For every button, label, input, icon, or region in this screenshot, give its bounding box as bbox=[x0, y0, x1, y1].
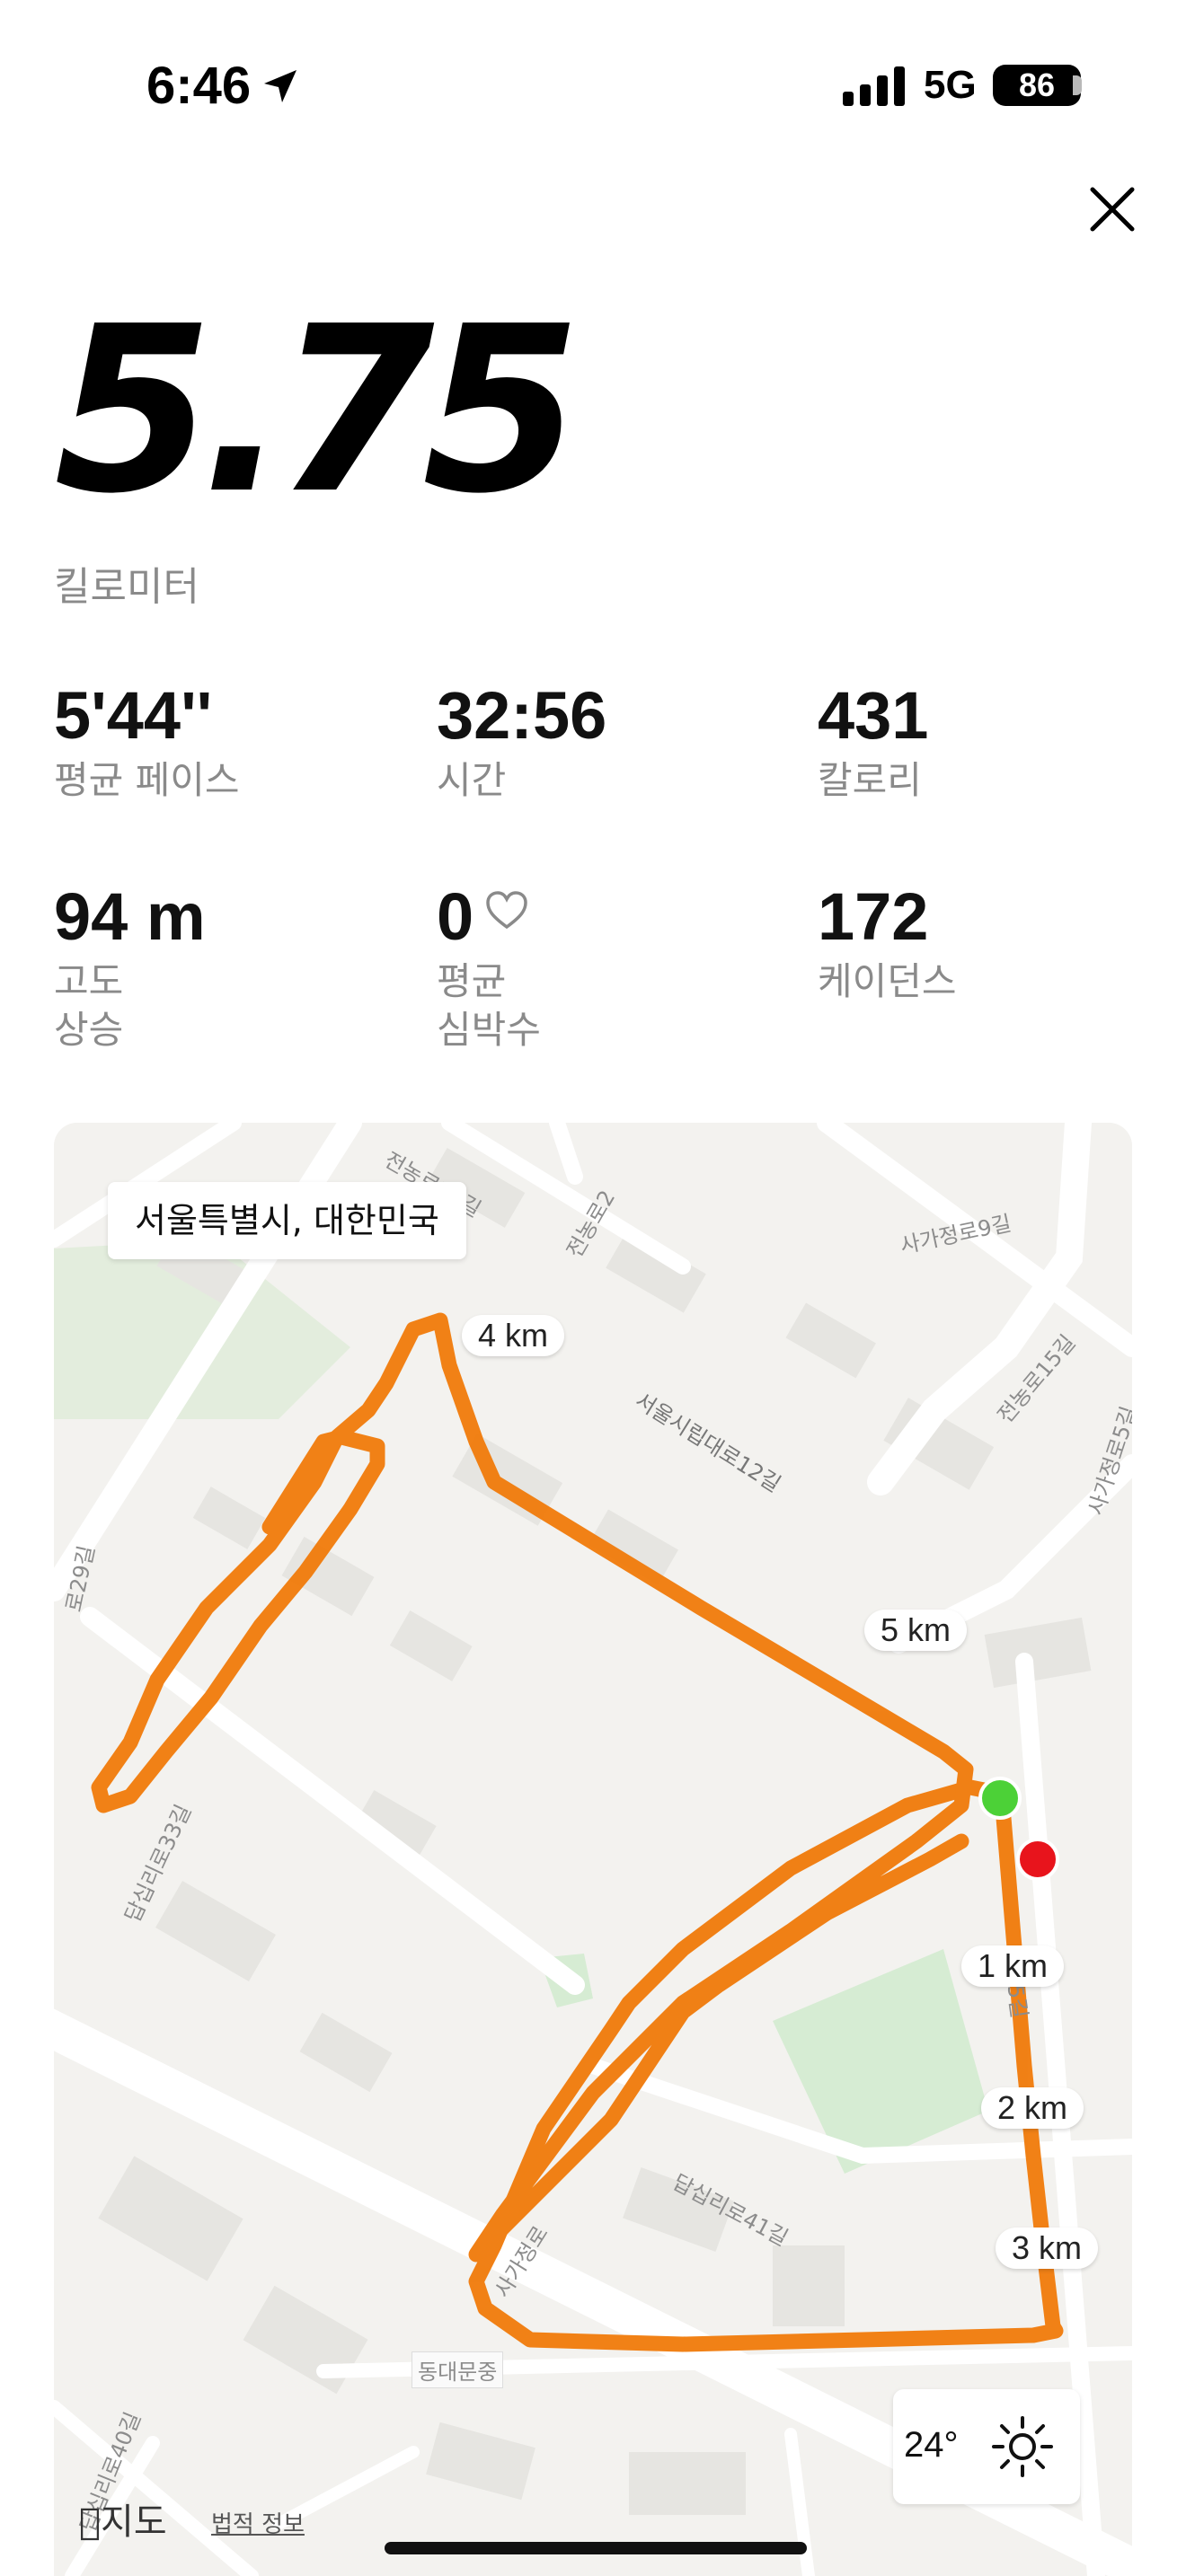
stat-label-2: 상승 bbox=[54, 1008, 124, 1052]
maps-logo-text: 지도 bbox=[79, 2501, 167, 2543]
stat-elevation-gain: 94 m 고도 상승 bbox=[54, 884, 206, 1054]
location-arrow-icon bbox=[264, 70, 296, 102]
stat-value-row: 0 bbox=[437, 884, 541, 950]
close-button[interactable] bbox=[1087, 184, 1137, 234]
stat-value: 0 bbox=[437, 879, 474, 954]
signal-icon bbox=[843, 66, 905, 106]
weather-widget[interactable]: 24° bbox=[893, 2389, 1080, 2504]
stat-time: 32:56 시간 bbox=[437, 683, 606, 805]
weather-temp: 24° bbox=[904, 2425, 959, 2465]
location-label: 서울특별시, 대한민국 bbox=[108, 1182, 466, 1259]
distance-unit: 킬로미터 bbox=[54, 564, 199, 610]
stat-cadence: 172 케이던스 bbox=[818, 884, 957, 1006]
stat-avg-pace: 5'44'' 평균 페이스 bbox=[54, 683, 240, 805]
km-marker: 5 km bbox=[864, 1610, 968, 1651]
stat-calories: 431 칼로리 bbox=[818, 683, 928, 805]
apple-icon:  bbox=[79, 2501, 101, 2543]
network-label: 5G bbox=[924, 63, 977, 107]
heart-icon bbox=[486, 891, 527, 930]
km-marker: 4 km bbox=[462, 1315, 565, 1356]
distance-value: 5.75 bbox=[54, 278, 581, 544]
battery-cap bbox=[1073, 75, 1082, 95]
km-marker: 1 km bbox=[961, 1945, 1065, 1987]
sun-icon bbox=[992, 2416, 1053, 2477]
legal-link[interactable]: 법적 정보 bbox=[211, 2506, 305, 2539]
route-map[interactable]: 전농로27길 전농로2 사가정로9길 전농로15길 사가정로5길 서울시립대로1… bbox=[54, 1123, 1132, 2576]
stat-label: 고도 bbox=[54, 959, 124, 1003]
stat-label-2: 심박수 bbox=[437, 1008, 541, 1052]
km-marker: 2 km bbox=[981, 2087, 1084, 2129]
stat-value: 5'44'' bbox=[54, 678, 213, 753]
map-base bbox=[54, 1123, 1132, 2576]
maps-logo: 지도 bbox=[79, 2492, 167, 2545]
stat-avg-heart-rate: 0 평균 심박수 bbox=[437, 884, 541, 1054]
stat-label: 케이던스 bbox=[818, 959, 957, 1003]
home-indicator[interactable] bbox=[385, 2542, 807, 2554]
street-label: 동대문중 bbox=[412, 2351, 504, 2388]
battery-icon: 86 bbox=[993, 65, 1081, 106]
stat-label: 시간 bbox=[437, 758, 507, 802]
stat-value: 431 bbox=[818, 678, 929, 753]
stat-value: 32:56 bbox=[437, 678, 607, 753]
stat-label: 평균 페이스 bbox=[54, 758, 240, 802]
stat-label: 평균 bbox=[437, 959, 507, 1003]
status-time: 6:46 bbox=[146, 57, 252, 115]
stat-label: 칼로리 bbox=[818, 758, 922, 802]
km-marker: 3 km bbox=[996, 2228, 1099, 2269]
stat-value: 172 bbox=[818, 879, 929, 954]
stat-value: 94 m bbox=[54, 879, 206, 954]
